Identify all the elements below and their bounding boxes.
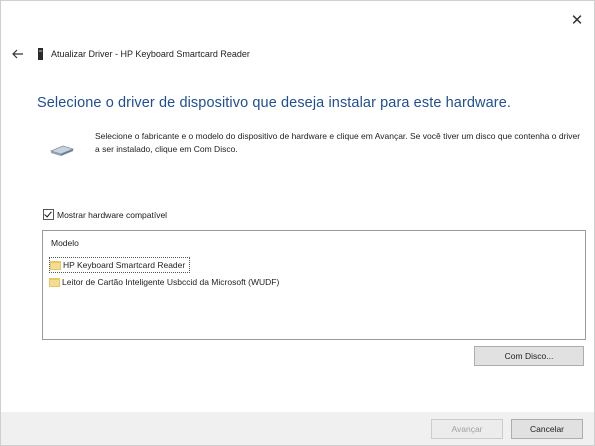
title-bar: Atualizar Driver - HP Keyboard Smartcard… [11, 45, 250, 63]
list-item[interactable]: Leitor de Cartão Inteligente Usbccid da … [49, 275, 283, 289]
show-compatible-checkbox[interactable]: Mostrar hardware compatível [43, 209, 167, 220]
list-item-label: Leitor de Cartão Inteligente Usbccid da … [62, 277, 280, 287]
hardware-icon [49, 143, 75, 157]
driver-icon [50, 260, 61, 270]
driver-icon [49, 277, 60, 287]
window-title: Atualizar Driver - HP Keyboard Smartcard… [51, 49, 250, 59]
update-driver-dialog: ✕ Atualizar Driver - HP Keyboard Smartca… [0, 0, 595, 446]
checkbox-label: Mostrar hardware compatível [57, 209, 168, 220]
cancel-button[interactable]: Cancelar [511, 419, 583, 439]
close-icon: ✕ [570, 12, 584, 29]
list-item[interactable]: HP Keyboard Smartcard Reader [49, 257, 191, 273]
checkbox-checked[interactable] [43, 209, 54, 220]
list-header-model: Modelo [51, 238, 79, 248]
model-listbox[interactable]: Modelo HP Keyboard Smartcard Reader Leit… [42, 230, 586, 340]
page-heading: Selecione o driver de dispositivo que de… [37, 95, 511, 111]
next-button[interactable]: Avançar [431, 419, 503, 439]
have-disk-button[interactable]: Com Disco... [474, 346, 584, 366]
footer-bar [1, 412, 594, 445]
list-item-label: HP Keyboard Smartcard Reader [63, 260, 186, 270]
back-arrow-icon[interactable] [11, 47, 25, 61]
close-button[interactable]: ✕ [566, 9, 588, 31]
device-icon [37, 48, 45, 60]
instructions-text: Selecione o fabricante e o modelo do dis… [95, 131, 581, 154]
